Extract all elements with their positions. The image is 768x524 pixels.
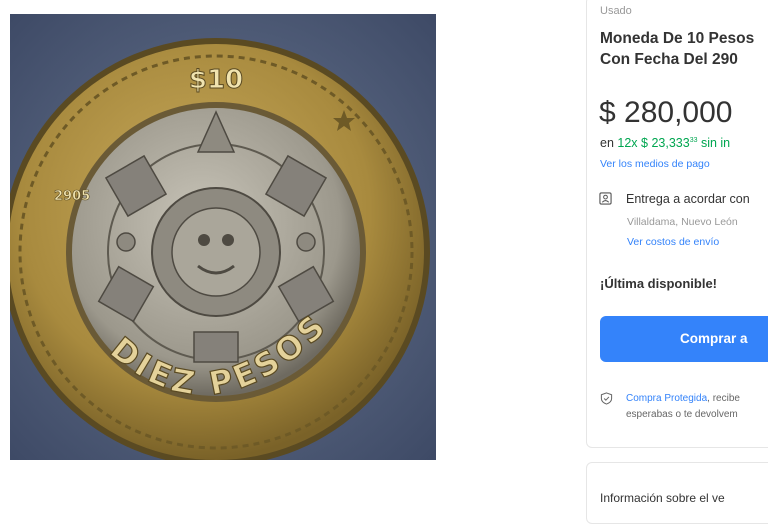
shipping-cost-link[interactable]: Ver costos de envío (627, 236, 719, 248)
purchase-protection: Compra Protegida, recibe esperabas o te … (626, 391, 740, 423)
protection-text-1: , recibe (707, 393, 740, 404)
seller-info-heading: Información sobre el ve (600, 491, 725, 505)
shipping-title: Entrega a acordar con (626, 192, 750, 206)
stock-status: ¡Última disponible! (600, 276, 717, 291)
product-image[interactable]: $10 2905 DIEZ PESOS (10, 14, 436, 460)
condition-label: Usado (600, 5, 632, 17)
price: $ 280,000 (599, 96, 733, 129)
product-title-line-2: Con Fecha Del 290 (600, 51, 738, 68)
installments-prefix: en (600, 136, 618, 150)
product-title: Moneda De 10 Pesos Con Fecha Del 290 (600, 28, 754, 70)
payment-methods-link[interactable]: Ver los medios de pago (600, 158, 710, 170)
buy-now-button[interactable]: Comprar a (600, 316, 768, 362)
shipping-location: Villaldama, Nuevo León (627, 216, 738, 228)
installments-suffix: sin in (697, 136, 731, 150)
coin-photo: $10 2905 DIEZ PESOS (10, 14, 436, 460)
coin-denomination: $10 (189, 65, 243, 95)
product-title-line-1: Moneda De 10 Pesos (600, 30, 755, 47)
protected-purchase-link[interactable]: Compra Protegida (626, 393, 707, 404)
protection-text-2: esperabas o te devolvem (626, 409, 738, 420)
installments: en 12x $ 23,33333 sin in (600, 136, 730, 150)
coin-year: 2905 (54, 189, 90, 204)
location-pin-icon (599, 192, 612, 205)
installments-amount: 12x $ 23,33333 sin in (617, 136, 731, 150)
shield-icon (600, 392, 613, 405)
